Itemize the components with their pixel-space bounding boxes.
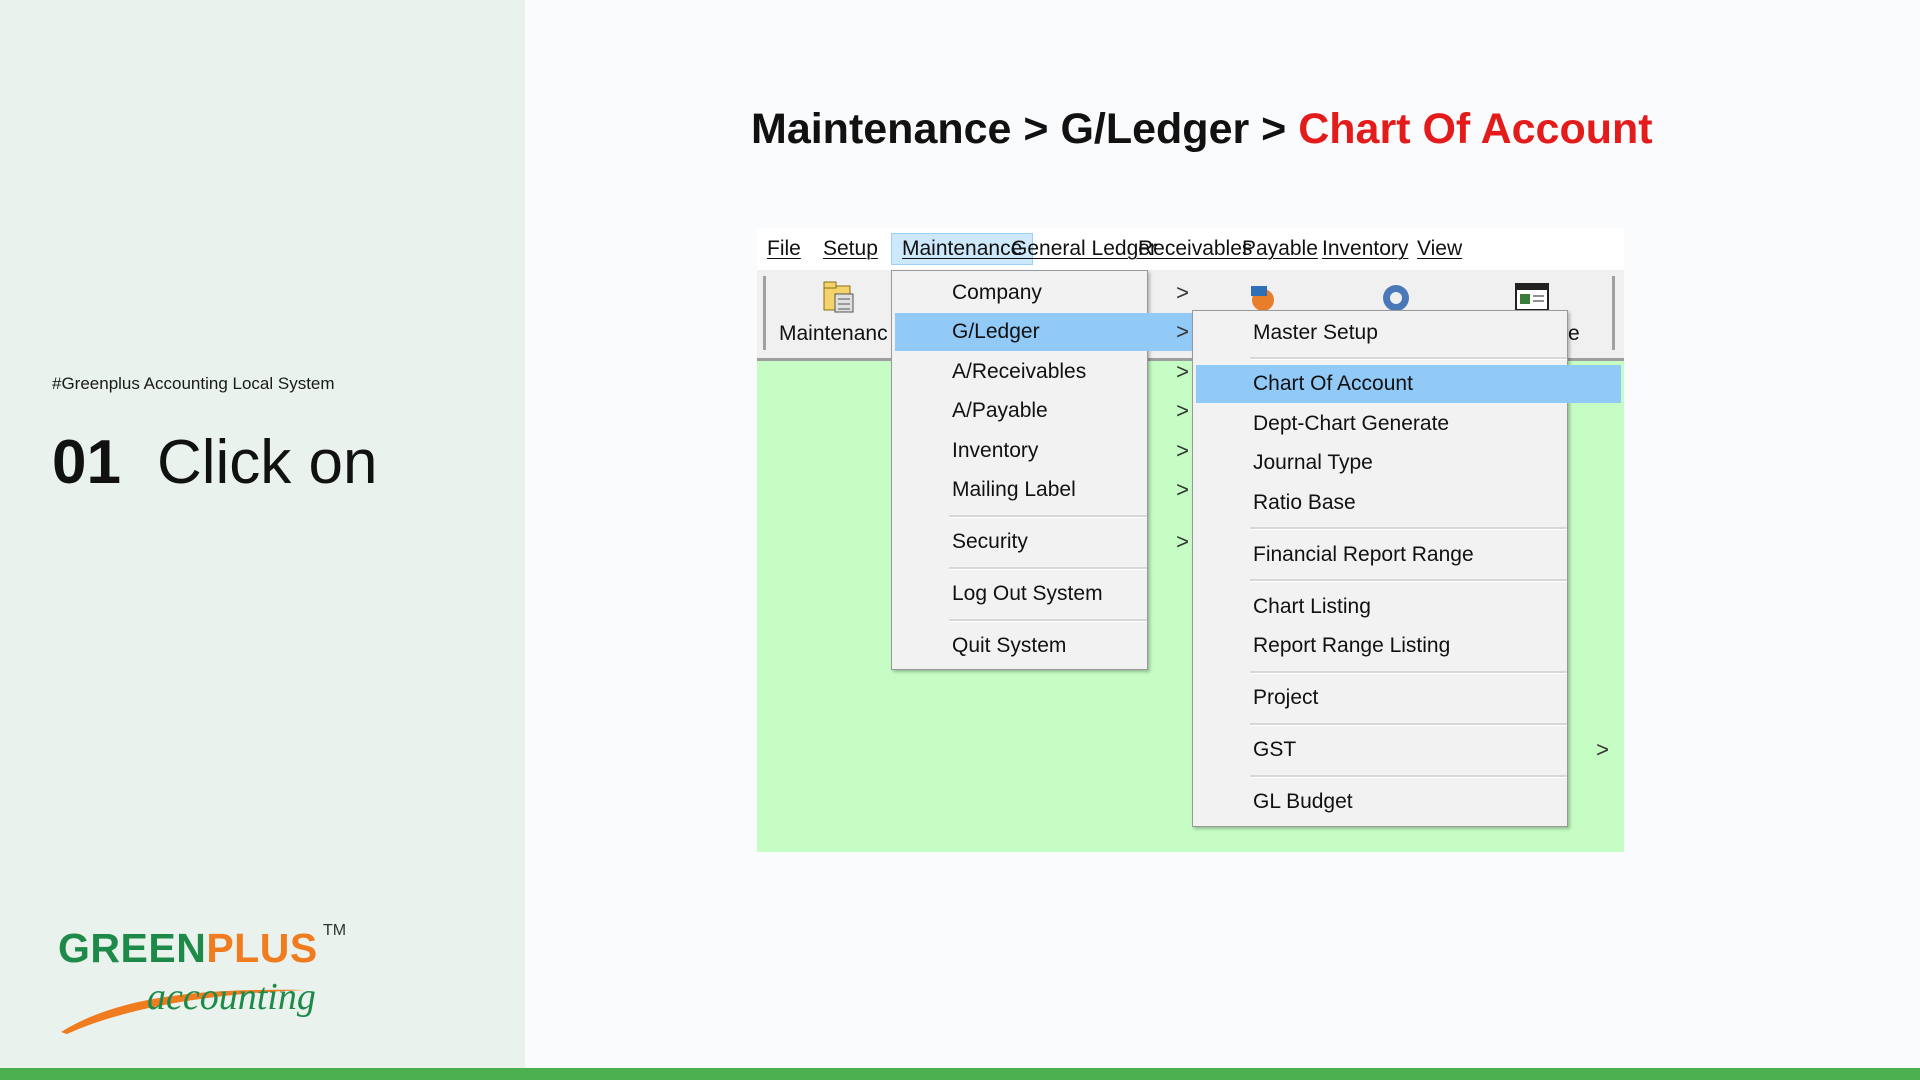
menu-item-apayable[interactable]: A/Payable > xyxy=(895,392,1201,430)
breadcrumb-headline: Maintenance > G/Ledger > Chart Of Accoun… xyxy=(751,104,1653,156)
chevron-right-icon: > xyxy=(1596,737,1609,762)
headline-path: Maintenance > G/Ledger > xyxy=(751,105,1299,153)
menu-item-report-range-listing[interactable]: Report Range Listing xyxy=(1196,627,1621,665)
chevron-right-icon: > xyxy=(1176,529,1189,554)
greenplus-logo: GREENPLUS TM accounting xyxy=(55,922,355,1034)
menu-item-project[interactable]: Project xyxy=(1196,679,1621,717)
menu-separator xyxy=(1250,671,1567,674)
menu-item-areceivables[interactable]: A/Receivables > xyxy=(895,353,1201,391)
menu-item-journal-type[interactable]: Journal Type xyxy=(1196,444,1621,482)
toolbar-separator xyxy=(763,276,766,350)
menu-item-logout[interactable]: Log Out System xyxy=(895,575,1201,613)
menu-separator xyxy=(1250,579,1567,582)
chevron-right-icon: > xyxy=(1176,398,1189,423)
step-text: Click on xyxy=(156,428,378,497)
menu-setup[interactable]: Setup xyxy=(813,234,888,264)
logo-subtitle: accounting xyxy=(147,976,316,1018)
left-panel: #Greenplus Accounting Local System 01 Cli… xyxy=(0,0,525,1068)
headline-target: Chart Of Account xyxy=(1298,105,1653,153)
menu-item-gl-budget[interactable]: GL Budget xyxy=(1196,783,1621,821)
menu-item-financial-report-range[interactable]: Financial Report Range xyxy=(1196,536,1621,574)
menubar: File Setup Maintenance General Ledger Re… xyxy=(757,228,1624,270)
menu-separator xyxy=(1250,723,1567,726)
menu-view[interactable]: View xyxy=(1407,234,1472,264)
menu-item-chart-of-account[interactable]: Chart Of Account xyxy=(1196,365,1621,403)
menu-item-ratio-base[interactable]: Ratio Base xyxy=(1196,484,1621,522)
bottom-accent-bar xyxy=(0,1068,1920,1080)
chevron-right-icon: > xyxy=(1176,477,1189,502)
menu-separator xyxy=(949,567,1147,570)
menu-separator xyxy=(949,515,1147,518)
app-screenshot: File Setup Maintenance General Ledger Re… xyxy=(757,228,1624,852)
menu-item-company[interactable]: Company > xyxy=(895,274,1201,312)
menu-separator xyxy=(949,619,1147,622)
menu-item-chart-listing[interactable]: Chart Listing xyxy=(1196,588,1621,626)
chevron-right-icon: > xyxy=(1176,359,1189,384)
chevron-right-icon: > xyxy=(1176,280,1189,305)
menu-item-quit[interactable]: Quit System xyxy=(895,627,1201,665)
menu-item-master-setup[interactable]: Master Setup xyxy=(1196,314,1621,352)
menu-separator xyxy=(1250,357,1567,360)
menu-item-gst[interactable]: GST > xyxy=(1196,731,1621,769)
chevron-right-icon: > xyxy=(1176,319,1189,344)
menu-item-dept-chart-generate[interactable]: Dept-Chart Generate xyxy=(1196,405,1621,443)
menu-item-inventory[interactable]: Inventory > xyxy=(895,432,1201,470)
menu-item-security[interactable]: Security > xyxy=(895,523,1201,561)
step-heading: 01 Click on xyxy=(52,432,377,494)
logo-trademark: TM xyxy=(323,922,347,939)
logo-wordmark: GREENPLUS xyxy=(58,925,318,971)
menu-inventory[interactable]: Inventory xyxy=(1312,234,1418,264)
gledger-submenu: Master Setup Chart Of Account Dept-Chart… xyxy=(1192,310,1621,827)
menu-item-mailing-label[interactable]: Mailing Label > xyxy=(895,471,1201,509)
menu-file[interactable]: File xyxy=(757,234,811,264)
maintenance-dropdown: Company > G/Ledger > A/Receivables > A/Paya… xyxy=(891,270,1201,670)
chevron-right-icon: > xyxy=(1176,438,1189,463)
menu-item-gledger[interactable]: G/Ledger > xyxy=(895,313,1201,351)
menu-separator xyxy=(1250,527,1567,530)
step-number: 01 xyxy=(52,428,121,497)
tagline: #Greenplus Accounting Local System xyxy=(52,374,335,393)
toolbar-maintenance-label[interactable]: Maintenanc xyxy=(779,322,888,346)
maintenance-icon[interactable] xyxy=(821,280,857,316)
menu-separator xyxy=(1250,775,1567,778)
